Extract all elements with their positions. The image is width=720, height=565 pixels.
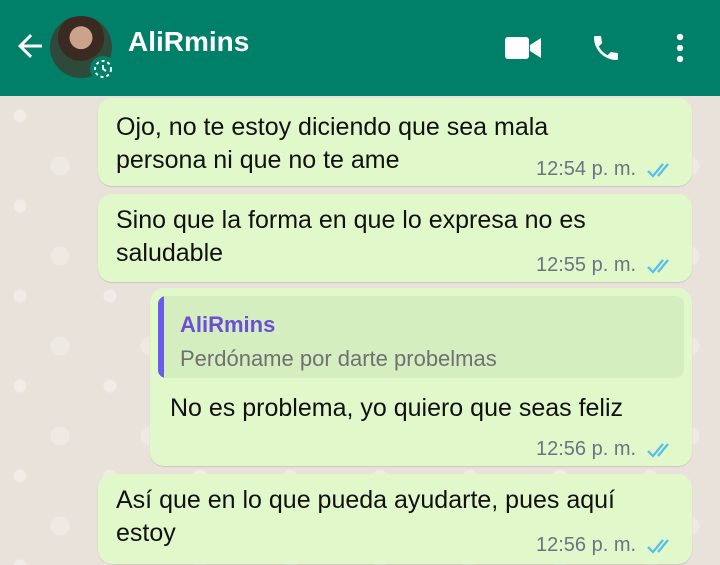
quote-text: Perdóname por darte probelmas bbox=[180, 346, 497, 371]
message-time: 12:56 p. m. bbox=[536, 534, 637, 556]
app-bar: AliRmins bbox=[0, 0, 720, 96]
quote-accent-bar bbox=[158, 296, 164, 378]
read-ticks-icon bbox=[647, 539, 669, 554]
more-vert-icon[interactable] bbox=[674, 32, 686, 64]
message-bubble[interactable]: Así que en lo que pueda ayudarte, pues a… bbox=[98, 474, 692, 564]
contact-name[interactable]: AliRmins bbox=[128, 26, 249, 58]
message-text: Ojo, no te estoy diciendo que sea mala p… bbox=[116, 113, 549, 174]
message-bubble[interactable]: AliRmins Perdóname por darte probelmas N… bbox=[150, 288, 692, 466]
quote-author: AliRmins bbox=[180, 312, 276, 337]
message-time: 12:54 p. m. bbox=[536, 158, 637, 180]
video-call-icon[interactable] bbox=[504, 34, 542, 62]
phone-icon[interactable] bbox=[590, 32, 622, 64]
back-arrow-icon[interactable] bbox=[12, 28, 48, 64]
message-time: 12:56 p. m. bbox=[536, 438, 637, 460]
message-time: 12:55 p. m. bbox=[536, 254, 637, 276]
read-ticks-icon bbox=[647, 443, 669, 458]
read-ticks-icon bbox=[647, 259, 669, 274]
status-ring-icon bbox=[90, 56, 116, 82]
read-ticks-icon bbox=[647, 163, 669, 178]
message-bubble[interactable]: Ojo, no te estoy diciendo que sea mala p… bbox=[98, 98, 692, 186]
message-bubble[interactable]: Sino que la forma en que lo expresa no e… bbox=[98, 194, 692, 282]
message-text: No es problema, yo quiero que seas feliz bbox=[170, 394, 624, 422]
quoted-message[interactable]: AliRmins Perdóname por darte probelmas bbox=[158, 296, 684, 378]
